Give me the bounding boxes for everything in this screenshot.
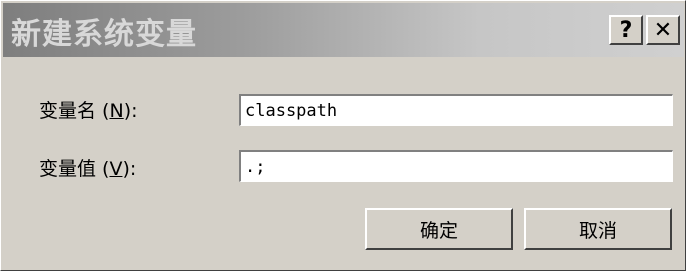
variable-name-mnemonic: N bbox=[109, 100, 124, 122]
variable-name-input[interactable] bbox=[239, 94, 673, 126]
variable-name-label-text: 变量名 bbox=[39, 100, 97, 122]
variable-value-label-text: 变量值 bbox=[39, 158, 97, 180]
close-button[interactable]: ✕ bbox=[646, 15, 680, 45]
variable-value-input[interactable] bbox=[239, 150, 673, 182]
new-system-variable-dialog: 新建系统变量 ? ✕ 变量名 (N): 变量值 (V): 确定 取消 bbox=[0, 0, 686, 271]
variable-name-mnemonic-open: ( bbox=[96, 100, 110, 122]
cancel-button[interactable]: 取消 bbox=[524, 208, 672, 250]
help-button[interactable]: ? bbox=[609, 15, 643, 45]
variable-value-mnemonic-open: ( bbox=[96, 158, 110, 180]
help-icon: ? bbox=[619, 17, 633, 43]
variable-value-mnemonic-close: ): bbox=[122, 158, 137, 180]
close-icon: ✕ bbox=[653, 17, 673, 43]
variable-value-mnemonic: V bbox=[109, 158, 123, 180]
ok-button[interactable]: 确定 bbox=[365, 208, 513, 250]
variable-name-mnemonic-close: ): bbox=[123, 100, 138, 122]
title-bar[interactable]: 新建系统变量 ? ✕ bbox=[3, 3, 684, 57]
dialog-title: 新建系统变量 bbox=[11, 17, 197, 52]
variable-name-label: 变量名 (N): bbox=[39, 96, 138, 123]
variable-value-label: 变量值 (V): bbox=[39, 154, 136, 181]
